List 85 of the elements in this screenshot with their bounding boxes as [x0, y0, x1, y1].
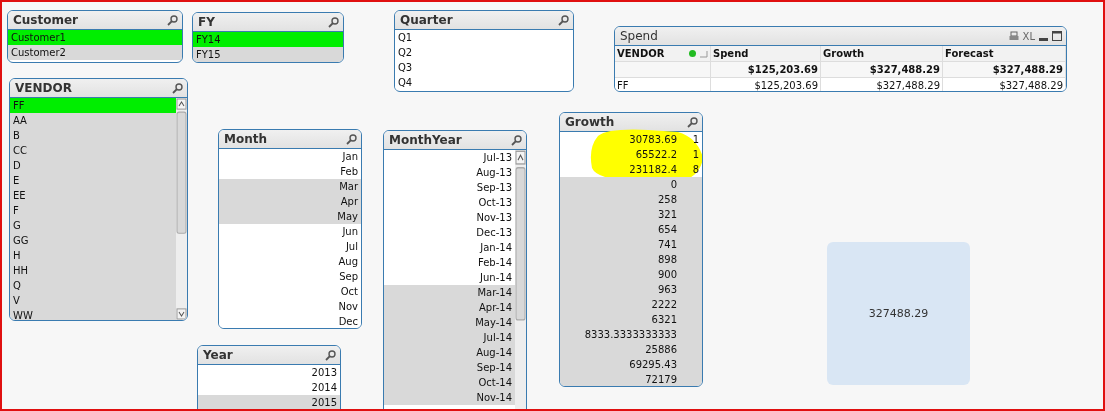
print-icon[interactable] — [1008, 31, 1019, 41]
frequency-count: 1 — [691, 149, 699, 160]
frequency-count: 1 — [691, 134, 699, 145]
list-item[interactable]: V — [10, 293, 176, 308]
list-item[interactable]: Mar — [219, 179, 361, 194]
list-item[interactable]: Aug-14 — [384, 345, 515, 360]
list-item[interactable]: 6321 — [560, 312, 702, 327]
table-title: Spend — [620, 29, 658, 43]
total-cell: $327,488.29 — [943, 62, 1066, 78]
list-item[interactable]: Dec — [219, 314, 361, 328]
column-header[interactable]: VENDOR — [615, 46, 711, 62]
list-item[interactable]: 321 — [560, 207, 702, 222]
list-item[interactable]: 654 — [560, 222, 702, 237]
list-item[interactable]: 258 — [560, 192, 702, 207]
search-icon[interactable] — [558, 14, 569, 26]
scrollbar[interactable] — [515, 150, 526, 409]
list-item[interactable]: 898 — [560, 252, 702, 267]
list-item[interactable]: FF — [10, 98, 176, 113]
search-icon[interactable] — [325, 349, 336, 361]
column-header[interactable]: Forecast — [943, 46, 1066, 62]
search-icon[interactable] — [687, 116, 698, 128]
frequency-count: 8 — [691, 164, 699, 175]
list-item[interactable]: CC — [10, 143, 176, 158]
list-item[interactable]: E — [10, 173, 176, 188]
table-cell: FF — [615, 78, 711, 91]
search-icon[interactable] — [172, 82, 183, 94]
list-item[interactable]: May — [219, 209, 361, 224]
list-item[interactable]: Sep-14 — [384, 360, 515, 375]
excel-export-button[interactable]: XL — [1022, 30, 1035, 42]
listbox-title: Month — [224, 132, 267, 146]
list-item[interactable]: Q — [10, 278, 176, 293]
search-icon[interactable] — [346, 133, 357, 145]
list-item[interactable]: Customer1 — [8, 30, 182, 45]
column-header[interactable]: Growth — [821, 46, 943, 62]
list-item[interactable]: 65522.2 1 — [560, 147, 702, 162]
column-header[interactable]: Spend — [711, 46, 821, 62]
list-item[interactable]: 2222 — [560, 297, 702, 312]
list-item[interactable]: EE — [10, 188, 176, 203]
list-item[interactable]: HH — [10, 263, 176, 278]
list-item[interactable]: 231182.4 8 — [560, 162, 702, 177]
list-item[interactable]: Apr — [219, 194, 361, 209]
listbox-title: VENDOR — [15, 81, 72, 95]
list-item[interactable]: 741 — [560, 237, 702, 252]
list-item[interactable]: D — [10, 158, 176, 173]
search-icon[interactable] — [511, 134, 522, 146]
list-item[interactable]: May-14 — [384, 315, 515, 330]
list-item[interactable]: 900 — [560, 267, 702, 282]
text-value: 327488.29 — [868, 307, 929, 320]
list-item[interactable]: 72179 — [560, 372, 702, 386]
list-item[interactable]: FY15 — [193, 47, 343, 62]
search-icon[interactable] — [167, 14, 178, 26]
list-item[interactable]: Nov-14 — [384, 390, 515, 405]
list-item[interactable]: 2015 — [198, 395, 340, 409]
list-item[interactable]: Oct-14 — [384, 375, 515, 390]
list-item[interactable]: 963 — [560, 282, 702, 297]
list-item[interactable]: FY14 — [193, 32, 343, 47]
list-item[interactable]: AA — [10, 113, 176, 128]
list-item[interactable]: 25886 — [560, 342, 702, 357]
list-item[interactable]: B — [10, 128, 176, 143]
status-dot-icon — [688, 49, 708, 58]
maximize-icon[interactable] — [1052, 31, 1062, 41]
list-item[interactable]: 30783.69 1 — [560, 132, 702, 147]
scrollbar[interactable] — [176, 98, 187, 320]
listbox-title: FY — [198, 15, 215, 29]
list-item[interactable]: 0 — [560, 177, 702, 192]
list-item[interactable]: Customer2 — [8, 45, 182, 60]
list-item[interactable]: Mar-14 — [384, 285, 515, 300]
list-item[interactable]: Q4 — [395, 75, 573, 90]
list-item[interactable]: H — [10, 248, 176, 263]
listbox-title: Growth — [565, 115, 615, 129]
listbox-title: Quarter — [400, 13, 453, 27]
list-item[interactable]: 8333.3333333333 — [560, 327, 702, 342]
list-item[interactable]: GG — [10, 233, 176, 248]
search-icon[interactable] — [328, 16, 339, 28]
listbox-title: MonthYear — [389, 133, 462, 147]
listbox-title: Customer — [13, 13, 79, 27]
list-item[interactable]: Jul-14 — [384, 330, 515, 345]
list-item[interactable]: 69295.43 — [560, 357, 702, 372]
list-item[interactable]: G — [10, 218, 176, 233]
total-cell: $125,203.69 — [711, 62, 821, 78]
list-item[interactable]: F — [10, 203, 176, 218]
total-cell: $327,488.29 — [821, 62, 943, 78]
listbox-title: Year — [203, 348, 233, 362]
list-item[interactable]: WW — [10, 308, 176, 320]
list-item[interactable]: Apr-14 — [384, 300, 515, 315]
